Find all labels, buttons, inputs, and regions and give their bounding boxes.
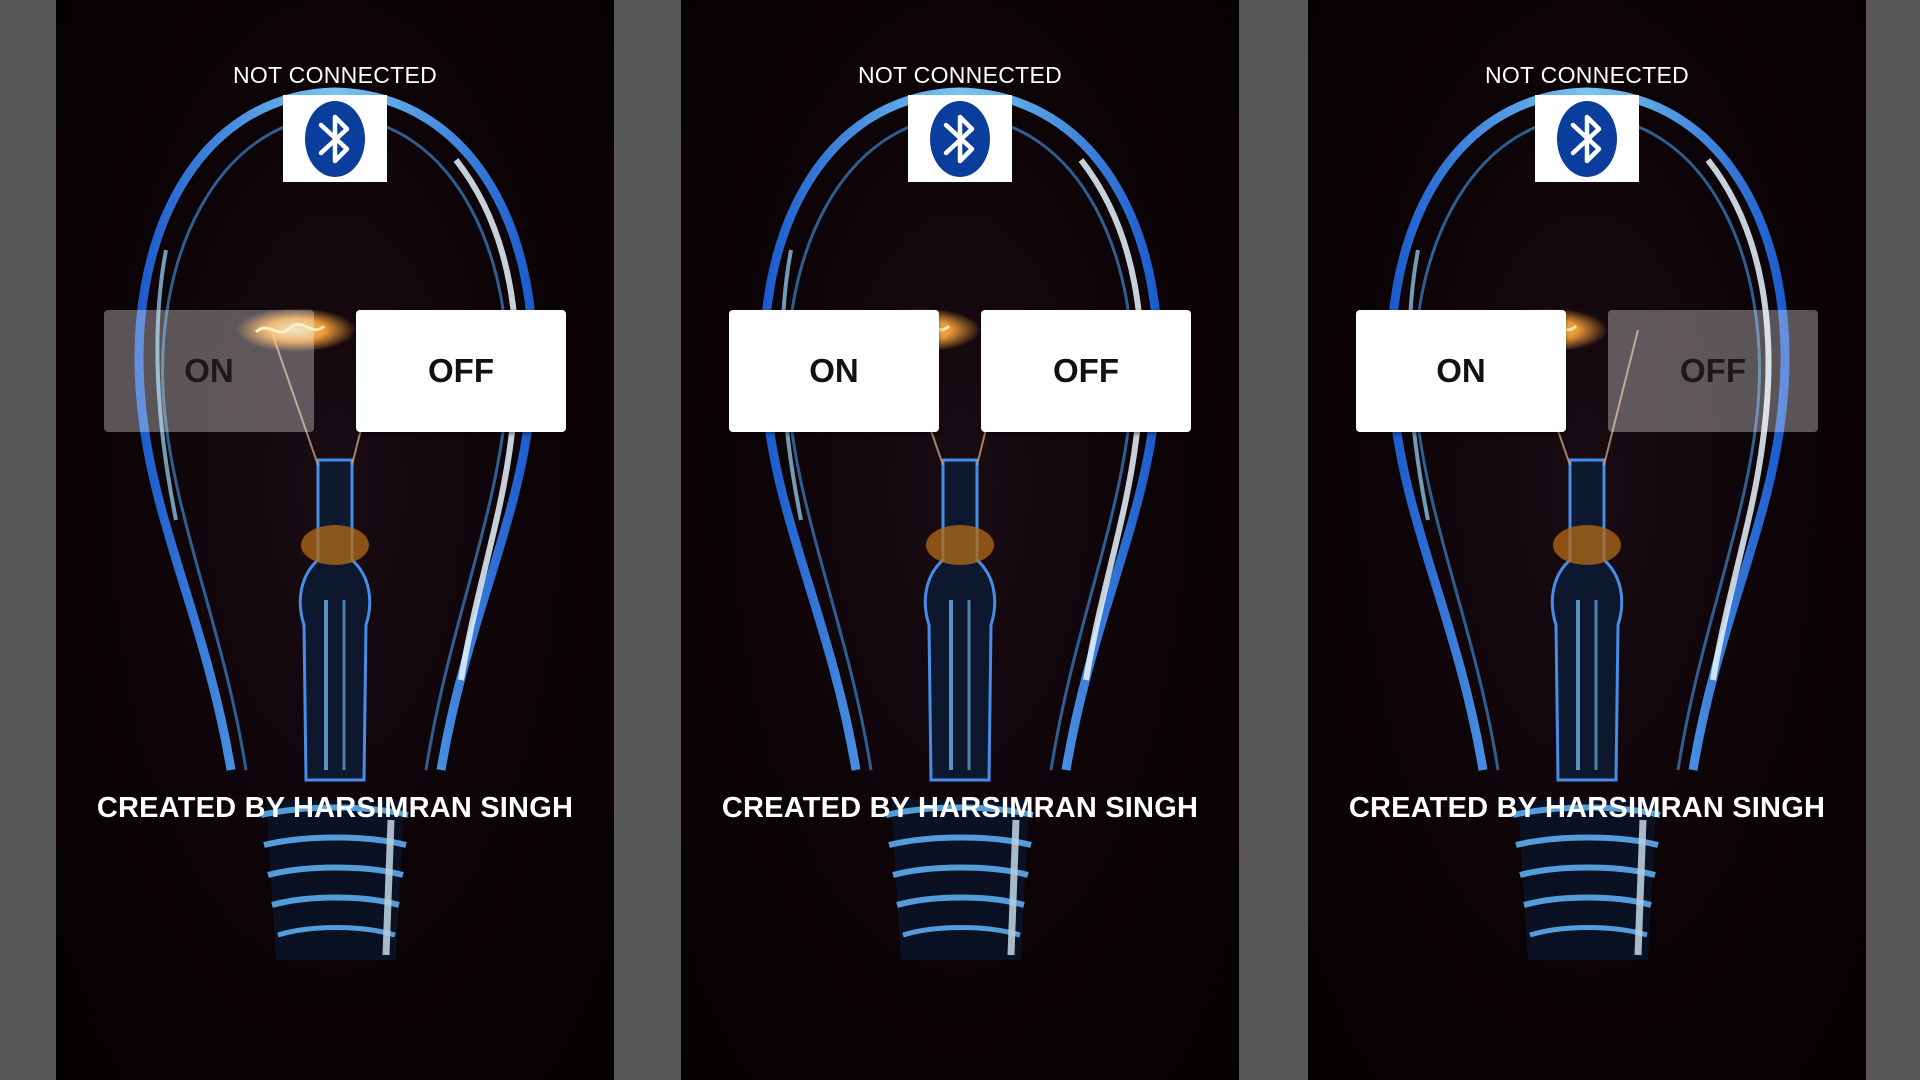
connection-status: NOT CONNECTED — [1484, 62, 1690, 88]
bluetooth-button[interactable] — [283, 95, 387, 182]
off-button[interactable]: OFF — [1608, 310, 1818, 432]
bluetooth-icon — [1547, 99, 1627, 179]
connection-status: NOT CONNECTED — [232, 62, 438, 88]
on-button[interactable]: ON — [1356, 310, 1566, 432]
phone-screen-1: NOT CONNECTED ON OFF CREATED BY HARSIMRA… — [56, 0, 614, 1080]
phone-screen-3: NOT CONNECTED ON OFF CREATED BY HARSIMRA… — [1308, 0, 1866, 1080]
credit-text: CREATED BY HARSIMRAN SINGH — [721, 792, 1199, 824]
off-button[interactable]: OFF — [356, 310, 566, 432]
app-preview-stage: NOT CONNECTED ON OFF CREATED BY HARSIMRA… — [0, 0, 1920, 1080]
bluetooth-button[interactable] — [1535, 95, 1639, 182]
bluetooth-icon — [920, 99, 1000, 179]
phone-screen-2: NOT CONNECTED ON OFF CREATED BY HARSIMRA… — [681, 0, 1239, 1080]
credit-text: CREATED BY HARSIMRAN SINGH — [1348, 792, 1826, 824]
bluetooth-button[interactable] — [908, 95, 1012, 182]
bluetooth-icon — [295, 99, 375, 179]
on-button[interactable]: ON — [104, 310, 314, 432]
on-button[interactable]: ON — [729, 310, 939, 432]
credit-text: CREATED BY HARSIMRAN SINGH — [96, 792, 574, 824]
connection-status: NOT CONNECTED — [857, 62, 1063, 88]
off-button[interactable]: OFF — [981, 310, 1191, 432]
